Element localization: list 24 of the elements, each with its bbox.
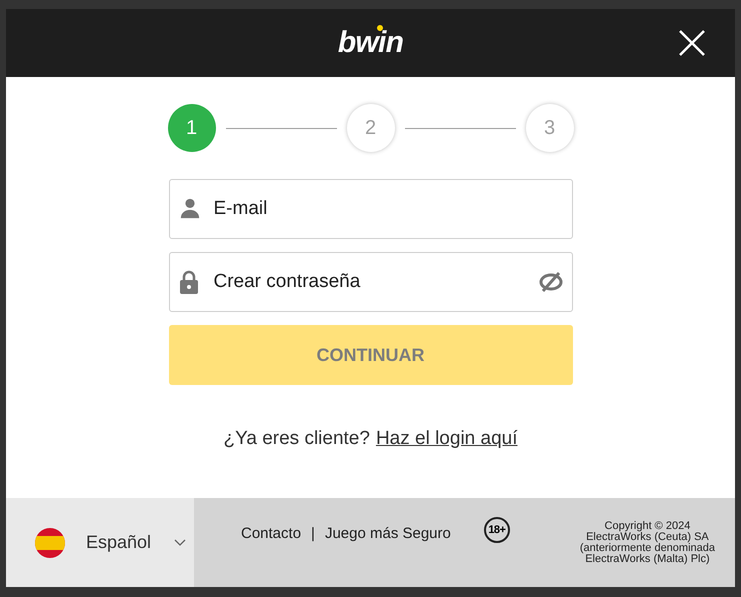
copyright-text: (anteriormente denominada <box>580 543 715 554</box>
close-icon <box>679 30 705 56</box>
age-badge: 18+ <box>484 517 510 543</box>
close-button[interactable] <box>679 30 705 56</box>
copyright-text: ElectraWorks (Ceuta) SA <box>586 532 709 543</box>
language-selector[interactable]: Español <box>6 498 194 587</box>
step-indicator: 3 <box>526 104 574 152</box>
step-indicator: 1 <box>168 104 216 152</box>
login-prompt: ¿Ya eres cliente? <box>224 427 370 451</box>
logo[interactable]: bwin <box>338 28 404 58</box>
login-link[interactable]: Haz el login aquí <box>376 425 518 454</box>
hidden-eye-icon[interactable] <box>538 271 562 293</box>
user-icon <box>178 197 200 219</box>
copyright-text: ElectraWorks (Malta) Plc) <box>585 554 710 565</box>
link-separator: | <box>311 524 315 544</box>
step-indicator: 2 <box>346 104 394 152</box>
password-field[interactable]: Crear contraseña <box>168 252 572 312</box>
spain-flag-icon <box>35 528 65 558</box>
contact-link[interactable]: Contacto <box>241 523 302 546</box>
email-field[interactable]: E-mail <box>168 179 572 239</box>
safer-gambling-link[interactable]: Juego más Seguro <box>324 523 451 546</box>
copyright-text: Copyright © 2024 <box>604 521 690 532</box>
lock-icon <box>178 270 198 294</box>
chevron-down-icon <box>174 538 186 546</box>
